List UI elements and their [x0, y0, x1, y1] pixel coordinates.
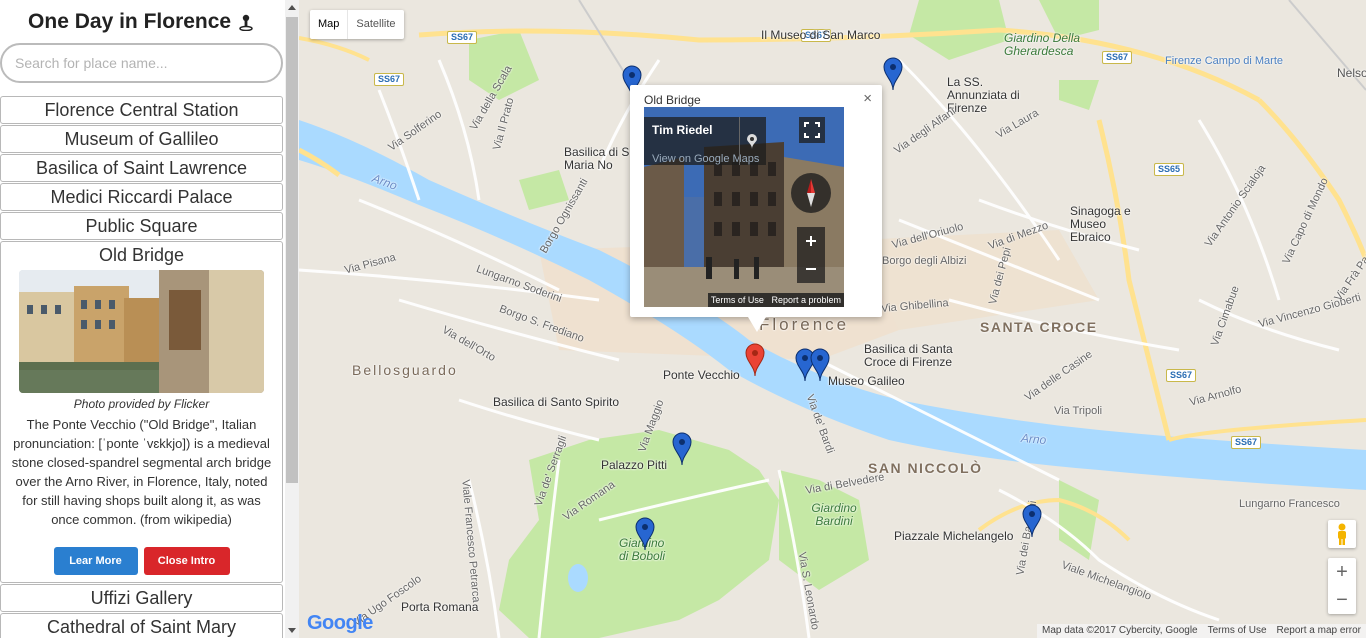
street-view-author-card: Tim Riedel View on Google Maps: [644, 117, 766, 165]
info-window: Old Bridge × Tim Riedel View on Google M: [630, 85, 882, 332]
info-window-close-icon[interactable]: ×: [863, 90, 872, 107]
map-label-museo-galileo: Museo Galileo: [828, 374, 905, 388]
map-label-lungarno-francesco: Lungarno Francesco: [1239, 498, 1340, 510]
map-label-basilica-santa-maria: Basilica di S Maria No: [564, 145, 630, 172]
place-item-old-bridge[interactable]: Old Bridge Photo provided by Flicker The…: [0, 241, 283, 583]
street-view-panorama[interactable]: Tim Riedel View on Google Maps Terms of …: [644, 107, 844, 307]
map-label-santa-croce: SANTA CROCE: [980, 319, 1098, 335]
sidebar: One Day in Florence Florence Central Sta…: [0, 0, 285, 638]
map-label-basilica-santo-spirito: Basilica di Santo Spirito: [493, 395, 620, 409]
map-terms-link[interactable]: Terms of Use: [1203, 624, 1272, 638]
map-label-giardino-gherardesca: Giardino Della Gherardesca: [1004, 31, 1081, 58]
map-type-map-button[interactable]: Map: [310, 10, 349, 39]
report-map-error-link[interactable]: Report a map error: [1272, 624, 1366, 638]
map-footer: Map data ©2017 Cybercity, Google Terms o…: [1037, 624, 1366, 638]
map-pin-icon: [239, 14, 253, 31]
place-photo: [19, 270, 264, 393]
place-item-florence-central-station[interactable]: Florence Central Station: [0, 96, 283, 124]
map-type-control: Map Satellite: [310, 10, 404, 39]
place-list: Florence Central Station Museum of Galli…: [0, 96, 285, 638]
fullscreen-button[interactable]: [799, 117, 825, 143]
intro-buttons: Lear More Close Intro: [1, 547, 282, 576]
map-label-florence: Florence: [759, 315, 850, 334]
road-shield: SS67: [1166, 369, 1197, 382]
place-item-cathedral-of-saint-mary[interactable]: Cathedral of Saint Mary: [0, 613, 283, 638]
map-label-ponte-vecchio: Ponte Vecchio: [663, 368, 740, 382]
map-marker-piazzale-michelangelo[interactable]: [1022, 504, 1042, 538]
search-input[interactable]: [0, 43, 283, 83]
app-title-text: One Day in Florence: [28, 10, 232, 33]
location-pin-icon[interactable]: [746, 134, 758, 150]
road-shield: SS67: [447, 31, 478, 44]
place-item-uffizi-gallery[interactable]: Uffizi Gallery: [0, 584, 283, 612]
map-label-sinagoga: Sinagoga e Museo Ebraico: [1070, 204, 1131, 244]
scrollbar-thumb[interactable]: [286, 17, 298, 483]
road-shield: SS67: [1231, 436, 1262, 449]
ponte-vecchio-photo: [19, 270, 264, 393]
zoom-in-button[interactable]: +: [1328, 558, 1356, 586]
road-label: Borgo degli Albizi: [882, 255, 967, 267]
map-label-firenze-campo: Firenze Campo di Marte: [1165, 55, 1283, 67]
map-marker-museo-galileo[interactable]: [810, 348, 830, 382]
fullscreen-icon: [804, 122, 820, 138]
close-intro-button[interactable]: Close Intro: [143, 547, 230, 575]
map-label-ss-annunziata: La SS. Annunziata di Firenze: [947, 75, 1020, 115]
map-label-piazzale-michelangelo: Piazzale Michelangelo: [894, 529, 1014, 543]
street-view-report[interactable]: Report a problem: [771, 295, 841, 305]
pegman-icon: [1338, 523, 1346, 545]
map-label-palazzo-pitti: Palazzo Pitti: [601, 458, 668, 472]
photo-caption: Photo provided by Flicker: [73, 397, 210, 411]
view-on-google-maps-link[interactable]: View on Google Maps: [652, 153, 759, 165]
street-view-author: Tim Riedel: [652, 123, 713, 137]
place-intro-text: The Ponte Vecchio ("Old Bridge", Italian…: [11, 417, 272, 527]
app-title: One Day in Florence: [0, 0, 285, 43]
map-data-attribution: Map data ©2017 Cybercity, Google: [1042, 625, 1198, 636]
map-label-porta-romana: Porta Romana: [401, 600, 479, 614]
sidebar-scrollbar[interactable]: [285, 0, 299, 638]
place-item-museum-of-gallileo[interactable]: Museum of Gallileo: [0, 125, 283, 153]
google-logo-text: Google: [307, 612, 373, 634]
map-label-bellosguardo: Bellosguardo: [352, 362, 458, 378]
map-canvas[interactable]: Map Satellite SS67 SS67 SS67 SS67 SS65 S…: [299, 0, 1366, 638]
map-label-arno: Arno: [1020, 430, 1047, 448]
map-type-satellite-button[interactable]: Satellite: [348, 10, 403, 39]
street-view-footer: Terms of Use Report a problem: [644, 293, 844, 307]
street-view-zoom-control: [797, 227, 825, 283]
map-marker-palazzo-pitti[interactable]: [672, 432, 692, 466]
google-logo-icon: [648, 291, 688, 307]
map-label-basilica-santa-croce: Basilica di Santa Croce di Firenze: [864, 342, 953, 369]
map-marker-giardino-boboli[interactable]: [635, 517, 655, 551]
map-label-nelso: Nelso: [1337, 66, 1366, 80]
map-label-museo-san-marco: Il Museo di San Marco: [761, 28, 881, 42]
map-label-san-niccolo: SAN NICCOLÒ: [868, 460, 983, 476]
map-marker-old-bridge-selected[interactable]: [745, 343, 765, 377]
street-view-terms[interactable]: Terms of Use: [711, 295, 764, 305]
scroll-down-arrow-icon[interactable]: [285, 622, 299, 638]
divider: [739, 117, 740, 165]
compass-icon[interactable]: [789, 171, 833, 215]
road-shield: SS67: [374, 73, 405, 86]
learn-more-button[interactable]: Lear More: [53, 547, 138, 575]
map-marker-museum[interactable]: [883, 57, 903, 91]
map-zoom-control: + −: [1328, 558, 1356, 614]
scroll-up-arrow-icon[interactable]: [285, 0, 299, 16]
zoom-out-button[interactable]: −: [1328, 586, 1356, 614]
info-window-pointer: [748, 317, 766, 332]
road-label: Via Tripoli: [1054, 405, 1103, 417]
place-item-medici-riccardi-palace[interactable]: Medici Riccardi Palace: [0, 183, 283, 211]
zoom-buttons[interactable]: [797, 227, 825, 283]
pegman-button[interactable]: [1328, 520, 1356, 548]
road-shield: SS65: [1154, 163, 1185, 176]
map-label-giardino-bardini: Giardino Bardini: [811, 501, 857, 528]
road-shield: SS67: [1102, 51, 1133, 64]
place-item-label: Old Bridge: [98, 245, 185, 265]
place-item-public-square[interactable]: Public Square: [0, 212, 283, 240]
street-view-terms-link[interactable]: Terms of Use Report a problem: [707, 293, 844, 307]
place-item-basilica-of-saint-lawrence[interactable]: Basilica of Saint Lawrence: [0, 154, 283, 182]
google-logo: Google: [307, 612, 373, 635]
info-window-title: Old Bridge: [644, 93, 701, 107]
